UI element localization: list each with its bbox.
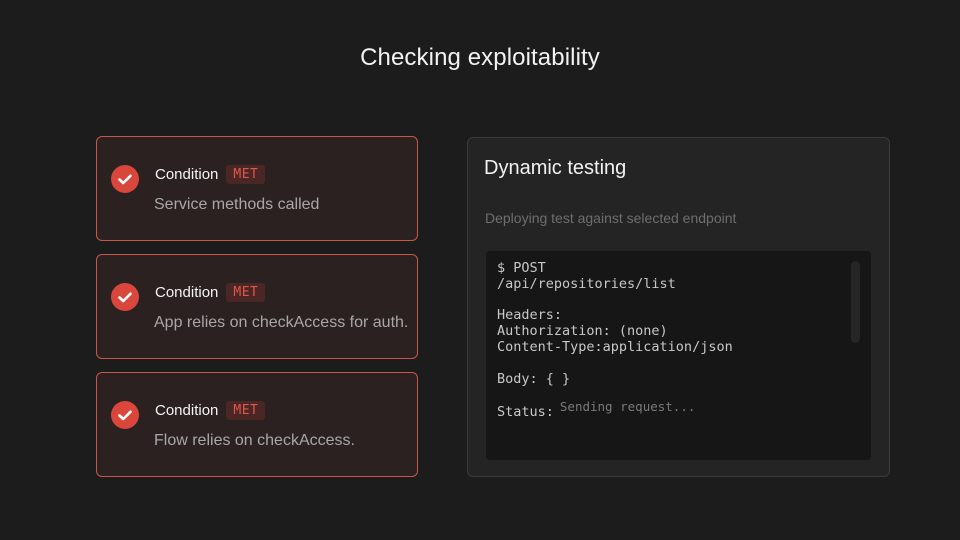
condition-card-2: Condition MET App relies on checkAccess … <box>96 254 418 359</box>
condition-header: Condition MET <box>155 401 266 420</box>
terminal-status-row: Status: Sending request... <box>497 399 860 421</box>
terminal-status-value: Sending request... <box>559 399 696 415</box>
terminal-scrollbar[interactable] <box>851 261 860 343</box>
status-badge: MET <box>226 283 266 302</box>
condition-header: Condition MET <box>155 283 266 302</box>
status-badge: MET <box>226 401 266 420</box>
check-circle-icon <box>111 401 139 429</box>
terminal-output[interactable]: $ POST /api/repositories/list Headers: A… <box>486 251 871 460</box>
condition-label: Condition <box>155 284 219 301</box>
terminal-method-line: $ POST <box>497 260 546 276</box>
page-title: Checking exploitability <box>360 44 600 71</box>
status-badge: MET <box>226 165 266 184</box>
terminal-body-line: Body: { } <box>497 370 571 387</box>
check-circle-icon <box>111 283 139 311</box>
dynamic-testing-panel: Dynamic testing Deploying test against s… <box>467 137 890 477</box>
condition-header: Condition MET <box>155 165 266 184</box>
condition-description: App relies on checkAccess for auth. <box>154 314 409 331</box>
terminal-headers-label: Headers: <box>497 307 563 324</box>
check-circle-icon <box>111 165 139 193</box>
panel-subtitle: Deploying test against selected endpoint <box>485 210 737 226</box>
terminal-path-line: /api/repositories/list <box>497 275 676 292</box>
condition-description: Service methods called <box>154 196 320 213</box>
condition-description: Flow relies on checkAccess. <box>154 432 355 449</box>
condition-label: Condition <box>155 402 219 419</box>
terminal-content-type-line: Content-Type:application/json <box>497 338 733 355</box>
terminal-status-label: Status: <box>497 404 554 421</box>
panel-title: Dynamic testing <box>484 157 627 179</box>
terminal-authorization-line: Authorization: (none) <box>497 323 668 340</box>
condition-card-3: Condition MET Flow relies on checkAccess… <box>96 372 418 477</box>
condition-card-1: Condition MET Service methods called <box>96 136 418 241</box>
condition-label: Condition <box>155 166 219 183</box>
conditions-list: Condition MET Service methods called Con… <box>96 136 418 490</box>
